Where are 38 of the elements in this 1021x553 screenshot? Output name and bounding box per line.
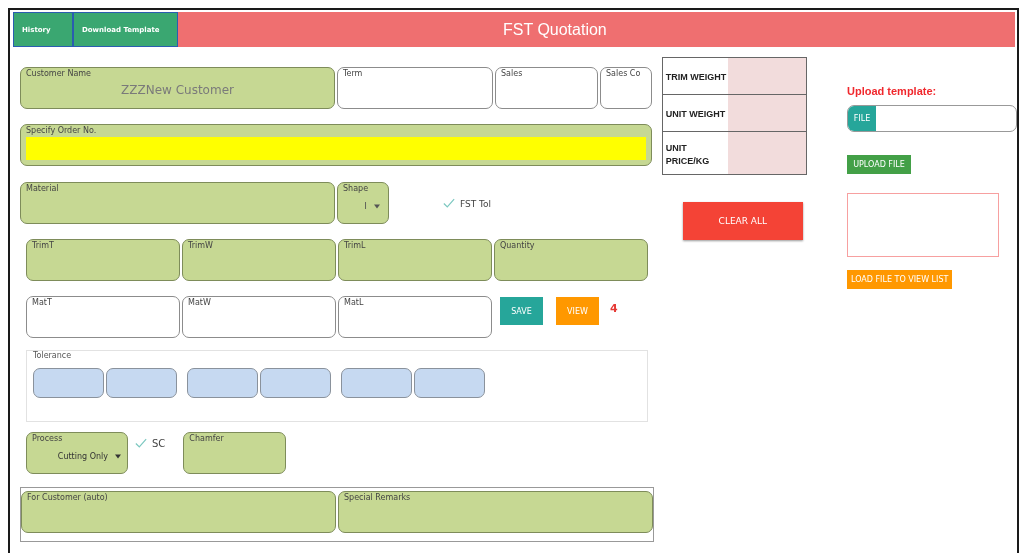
summary-label: TRIM WEIGHT <box>664 71 728 84</box>
text-field[interactable]: TrimL <box>338 239 492 281</box>
checkbox-label: SC <box>152 438 166 449</box>
shape-dropdown[interactable]: Shape I <box>337 182 389 224</box>
tolerance-field[interactable] <box>414 368 485 398</box>
checkbox-label: FST Tol <box>460 198 492 209</box>
process-dropdown[interactable]: Process Cutting Only <box>26 432 128 474</box>
text-field[interactable]: Customer Name ZZZNew Customer <box>20 67 335 109</box>
summary-label: UNIT PRICE/KG <box>664 141 711 168</box>
text-field[interactable]: TrimT <box>26 239 180 281</box>
tolerance-field[interactable] <box>33 368 104 398</box>
caret-icon <box>115 454 121 459</box>
upload-heading: Upload template: <box>847 85 937 97</box>
tolerance-field[interactable] <box>187 368 258 398</box>
page-title: FST Quotation <box>503 20 607 39</box>
tolerance-field[interactable] <box>341 368 412 398</box>
text-field[interactable]: TrimW <box>182 239 336 281</box>
tolerance-field[interactable] <box>106 368 177 398</box>
text-field[interactable]: Term <box>337 67 493 109</box>
text-field[interactable]: Sales <box>495 67 598 109</box>
text-field[interactable]: Quantity <box>494 239 648 281</box>
text-field[interactable]: Material <box>20 182 335 224</box>
group-label: Tolerance <box>33 351 72 360</box>
count-label: 4 <box>610 302 618 315</box>
text-field[interactable]: MatL <box>338 296 492 338</box>
text-field[interactable]: MatW <box>182 296 336 338</box>
text-field[interactable]: MatT <box>26 296 180 338</box>
summary-label: UNIT WEIGHT <box>664 108 727 121</box>
caret-icon <box>374 203 380 209</box>
text-field[interactable]: For Customer (auto) <box>21 491 336 533</box>
text-field[interactable]: Specify Order No. <box>20 124 652 166</box>
checkmark-icon[interactable] <box>135 438 147 449</box>
clear-all-button[interactable]: CLEAR ALL <box>682 202 803 240</box>
text-field[interactable]: Sales Co <box>600 67 652 109</box>
text-field[interactable]: Chamfer <box>183 432 287 474</box>
text-field[interactable]: Special Remarks <box>338 491 653 533</box>
tolerance-field[interactable] <box>260 368 331 398</box>
checkmark-icon[interactable] <box>443 198 455 209</box>
